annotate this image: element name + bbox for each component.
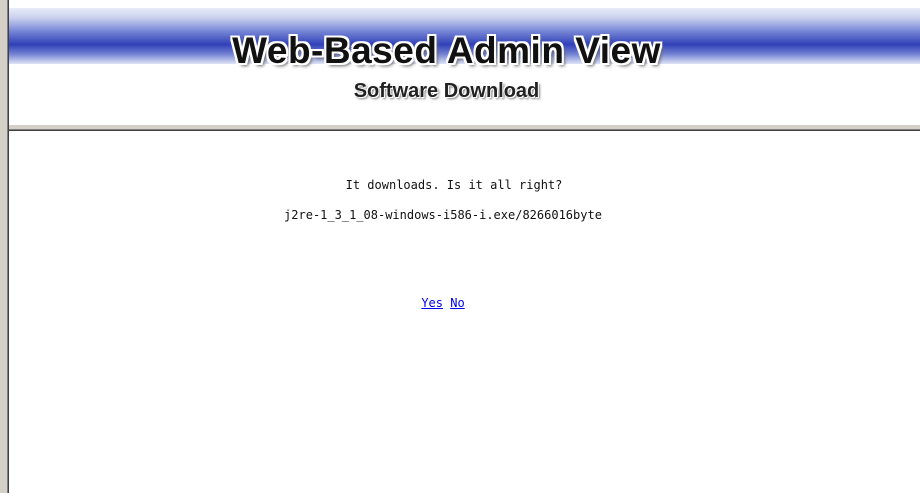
file-info: j2re-1_3_1_08-windows-i586-i.exe/8266016… [284,208,602,222]
browser-frameset: Web-Based Admin View Software Download I… [0,0,920,493]
confirm-links: Yes No [12,295,874,311]
app-title: Web-Based Admin View [232,30,661,71]
frame-separator[interactable] [9,124,920,131]
yes-link[interactable]: Yes [421,296,443,310]
separator-shadow [9,129,920,130]
page-subtitle: Software Download [353,80,540,102]
header-top-strip [9,0,920,8]
confirm-message: It downloads. Is it all right? [345,178,563,192]
header-frame: Web-Based Admin View Software Download [9,0,920,124]
content-frame: It downloads. Is it all right? j2re-1_3_… [12,131,920,493]
no-link[interactable]: No [450,296,464,310]
